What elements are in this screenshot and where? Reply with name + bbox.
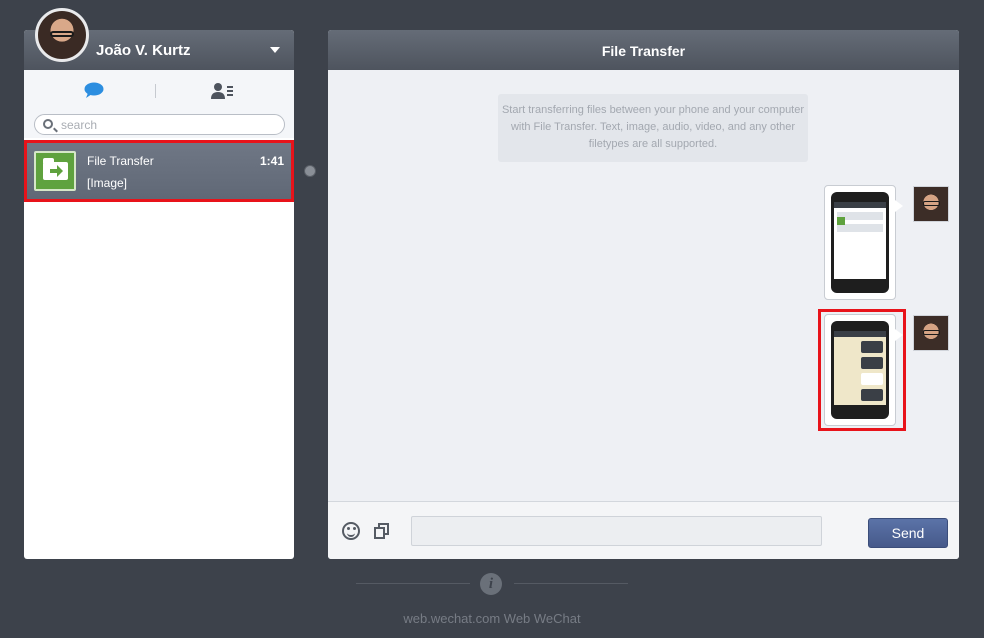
chat-title: File Transfer (328, 30, 959, 70)
contacts-icon[interactable] (210, 82, 234, 100)
session-item-file-transfer[interactable]: File Transfer [Image] 1:41 (24, 140, 294, 202)
session-preview: [Image] (87, 176, 128, 190)
avatar[interactable] (913, 186, 949, 222)
chevron-down-icon[interactable] (270, 47, 280, 53)
chat-bubble-icon[interactable] (84, 82, 104, 98)
footer-divider (514, 583, 628, 584)
avatar[interactable] (913, 315, 949, 351)
message-input[interactable] (411, 516, 822, 546)
search-icon (43, 119, 53, 129)
image-message-1[interactable] (824, 185, 903, 300)
session-list: File Transfer [Image] 1:41 (24, 140, 294, 202)
session-title: File Transfer (87, 154, 154, 168)
footer-divider (356, 583, 470, 584)
input-bar: Send (328, 501, 959, 559)
info-icon[interactable]: i (480, 573, 502, 595)
profile-name[interactable]: João V. Kurtz (96, 42, 190, 59)
tab-divider (155, 84, 156, 98)
file-transfer-icon (34, 151, 76, 191)
chat-panel: File Transfer Start transferring files b… (328, 30, 959, 559)
image-thumbnail[interactable] (831, 192, 889, 293)
panel-resize-handle[interactable] (304, 165, 316, 177)
tabs-row (24, 70, 294, 114)
left-panel: João V. Kurtz File Transfer [I (24, 30, 294, 559)
highlight-box (818, 309, 906, 431)
search-input[interactable] (61, 117, 271, 132)
system-notice: Start transferring files between your ph… (498, 94, 808, 162)
footer-text: web.wechat.com Web WeChat (403, 611, 581, 626)
session-time: 1:41 (259, 154, 284, 168)
file-icon[interactable] (374, 523, 390, 539)
emoji-icon[interactable] (342, 522, 360, 540)
avatar[interactable] (35, 8, 89, 62)
search-box[interactable] (34, 114, 285, 135)
search-row (24, 114, 294, 138)
send-button[interactable]: Send (868, 518, 948, 548)
